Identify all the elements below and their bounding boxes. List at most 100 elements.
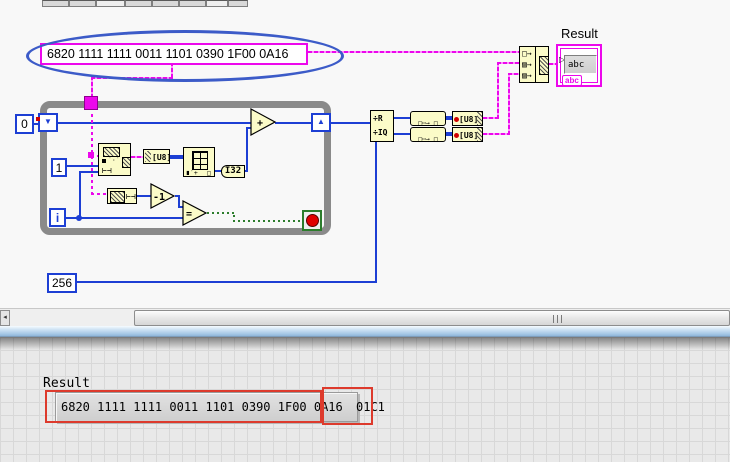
stop-icon xyxy=(306,214,319,227)
shift-register-down-icon: ▼ xyxy=(44,117,52,126)
toolbar-button-fragment[interactable] xyxy=(152,0,179,7)
wire xyxy=(34,123,38,125)
quotient-label: IQ xyxy=(377,128,388,137)
wire xyxy=(246,128,248,172)
loop-condition-terminal[interactable] xyxy=(302,210,322,231)
toolbar-button-fragment[interactable] xyxy=(69,0,96,7)
array-grid-icon xyxy=(192,151,208,170)
toolbar-button-fragment[interactable] xyxy=(228,0,248,7)
conversion-icon: □⋯→ □ xyxy=(418,135,438,143)
ellipse-annotation xyxy=(26,30,344,82)
hatch-icon xyxy=(477,112,482,125)
string-subset-icon xyxy=(102,159,106,163)
hatch-icon xyxy=(110,191,125,203)
range-icon: ⊢⊣ xyxy=(126,192,136,201)
hatch-icon xyxy=(477,128,482,141)
concat-output-icon xyxy=(539,56,549,75)
u8-label: [U8] xyxy=(459,131,479,140)
qr-row: ÷IQ xyxy=(373,128,387,137)
wire-junction xyxy=(76,215,82,221)
shift-register-left[interactable]: ▼ xyxy=(38,113,58,132)
string-wire xyxy=(91,193,108,195)
divider xyxy=(535,47,536,82)
result-label: Result xyxy=(43,376,90,391)
string-wire xyxy=(131,156,143,158)
string-wire xyxy=(497,62,499,119)
equal-label: = xyxy=(186,209,192,220)
concat-row-icon: ▨→ xyxy=(522,71,532,80)
u8-label: [U8] xyxy=(152,153,172,162)
toolbar-button-fragment[interactable] xyxy=(125,0,152,7)
string-length-function[interactable]: ⊢⊣ xyxy=(107,188,137,204)
shift-register-up-icon: ▲ xyxy=(317,117,325,126)
red-annotation-box-main xyxy=(45,390,322,423)
loop-tunnel[interactable] xyxy=(84,96,98,110)
panel-shadow xyxy=(0,337,730,350)
red-annotation-box-checksum xyxy=(322,387,373,425)
equal-function[interactable]: = xyxy=(182,200,208,226)
scroll-left-icon: ◂ xyxy=(3,314,7,321)
thumb-grip xyxy=(557,315,558,323)
wire xyxy=(375,142,377,281)
conversion-icon: □⋯→ □ xyxy=(418,119,438,127)
front-panel: Result 6820 1111 1111 0011 1101 0390 1F0… xyxy=(0,337,730,462)
thumb-grip xyxy=(553,315,554,323)
string-subset-icon xyxy=(122,157,131,168)
i32-conversion-tag: I32 xyxy=(221,165,245,178)
thumb-grip xyxy=(561,315,562,323)
index-icon: □ xyxy=(207,169,211,177)
numeric-constant-256[interactable]: 256 xyxy=(47,273,77,293)
string-subset-function[interactable]: ˙·˙ ⊢⊣ xyxy=(98,143,131,176)
toolbar-button-fragment[interactable] xyxy=(96,0,125,7)
wire xyxy=(275,122,311,124)
toolbar-button-fragment[interactable] xyxy=(179,0,206,7)
toolbar-button-fragment[interactable] xyxy=(42,0,69,7)
coercion-dot xyxy=(36,117,40,121)
shift-register-right[interactable]: ▲ xyxy=(311,113,331,132)
add-function[interactable]: + xyxy=(250,107,277,137)
concatenate-strings-function[interactable]: □→ ▨→ ▨→ xyxy=(519,46,549,83)
decrement-label: -1 xyxy=(153,192,165,203)
add-label: + xyxy=(257,118,263,129)
wire xyxy=(394,133,410,135)
string-type-tab: abc xyxy=(562,75,582,86)
quotient-remainder-function[interactable]: ÷R ÷IQ xyxy=(370,110,394,142)
array-wire xyxy=(170,155,183,159)
numeric-constant-0[interactable]: 0 xyxy=(15,114,34,134)
wire xyxy=(58,122,252,124)
byte-array-to-string-function[interactable]: [U8] xyxy=(452,111,483,126)
wire xyxy=(79,171,99,173)
remainder-label: R xyxy=(377,114,383,123)
concat-row-icon: ▨→ xyxy=(522,60,532,69)
boolean-wire xyxy=(207,212,235,214)
string-indicator-terminal[interactable]: ▷ abc abc xyxy=(556,44,602,87)
scroll-left-button[interactable]: ◂ xyxy=(0,310,10,326)
toolbar-button-fragment[interactable] xyxy=(206,0,228,7)
index-icon: ∎˙+ xyxy=(186,169,198,177)
qr-row: ÷R xyxy=(373,114,383,123)
iteration-terminal[interactable]: i xyxy=(49,208,66,227)
window-edge xyxy=(0,326,730,337)
concat-row-icon: □→ xyxy=(522,49,532,58)
boolean-wire xyxy=(233,220,303,222)
number-conversion-function[interactable]: □⋯→ □ xyxy=(410,111,446,127)
u8-label: [U8] xyxy=(459,115,479,124)
wire xyxy=(66,217,183,219)
wire xyxy=(77,281,377,283)
string-wire xyxy=(508,73,510,135)
string-wire xyxy=(483,133,510,135)
wire xyxy=(394,117,410,119)
string-to-byte-array-function[interactable]: [U8] xyxy=(143,149,172,164)
indicator-value: abc xyxy=(564,55,597,74)
hatch-icon xyxy=(145,151,151,162)
wire xyxy=(137,195,151,197)
numeric-constant-1[interactable]: 1 xyxy=(51,158,67,177)
horizontal-scrollbar[interactable]: ◂ xyxy=(0,308,730,326)
wire xyxy=(67,165,98,167)
index-array-function[interactable]: ∎˙+ □ xyxy=(183,147,215,177)
wire xyxy=(330,122,370,124)
decrement-function[interactable]: -1 xyxy=(150,183,176,209)
scrollbar-thumb[interactable] xyxy=(134,310,730,326)
byte-array-to-string-function[interactable]: [U8] xyxy=(452,127,483,142)
number-conversion-function[interactable]: □⋯→ □ xyxy=(410,127,446,143)
